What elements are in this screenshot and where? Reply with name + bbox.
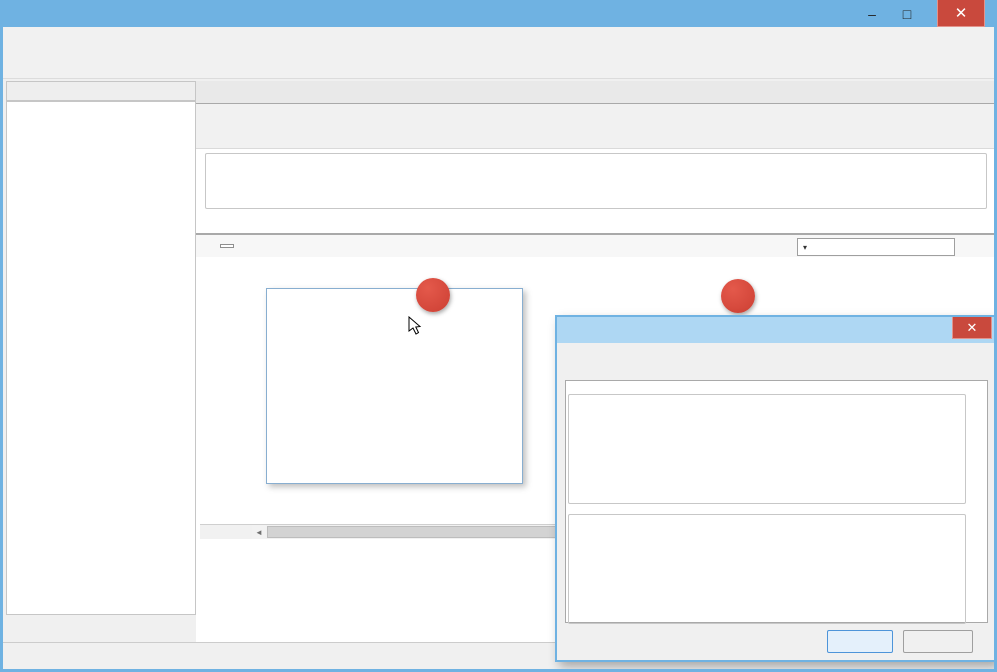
titlebar: – □ ✕ bbox=[3, 0, 994, 30]
compare-toolbar bbox=[196, 104, 994, 128]
select-result-sets-dialog: ✕ bbox=[555, 315, 994, 662]
annotation-badge-2 bbox=[721, 279, 755, 313]
record-status-row: ▾ bbox=[196, 234, 994, 257]
maximize-button[interactable]: □ bbox=[892, 0, 922, 27]
close-button[interactable]: ✕ bbox=[937, 0, 985, 27]
sum-box bbox=[220, 244, 234, 248]
menu-bar bbox=[3, 27, 994, 53]
grid-search-input[interactable]: ▾ bbox=[797, 238, 955, 256]
search-field[interactable] bbox=[808, 239, 954, 255]
annotation-badge-1 bbox=[416, 278, 450, 312]
dialog-titlebar bbox=[557, 317, 994, 343]
app-window: – □ ✕ ▾ ◄ ✕ bbox=[0, 0, 997, 672]
compare-stats-bar bbox=[196, 128, 994, 149]
results-compare-groupbox bbox=[205, 153, 987, 209]
document-tab-bar bbox=[196, 81, 994, 104]
mouse-cursor bbox=[408, 316, 422, 335]
cancel-button[interactable] bbox=[903, 630, 973, 653]
dialog-close-button[interactable]: ✕ bbox=[952, 317, 992, 339]
search-caret-icon[interactable]: ▾ bbox=[803, 243, 807, 252]
context-menu bbox=[266, 288, 523, 484]
result-set-2-group bbox=[568, 514, 966, 624]
scroll-left-icon[interactable]: ◄ bbox=[252, 525, 266, 539]
main-toolbar bbox=[3, 53, 994, 79]
servers-tree bbox=[6, 101, 196, 615]
result-set-1-group bbox=[568, 394, 966, 504]
sidebar-bottom-tabs bbox=[6, 617, 10, 641]
minimize-button[interactable]: – bbox=[857, 0, 887, 27]
sidebar-header bbox=[6, 81, 196, 101]
ok-button[interactable] bbox=[827, 630, 893, 653]
